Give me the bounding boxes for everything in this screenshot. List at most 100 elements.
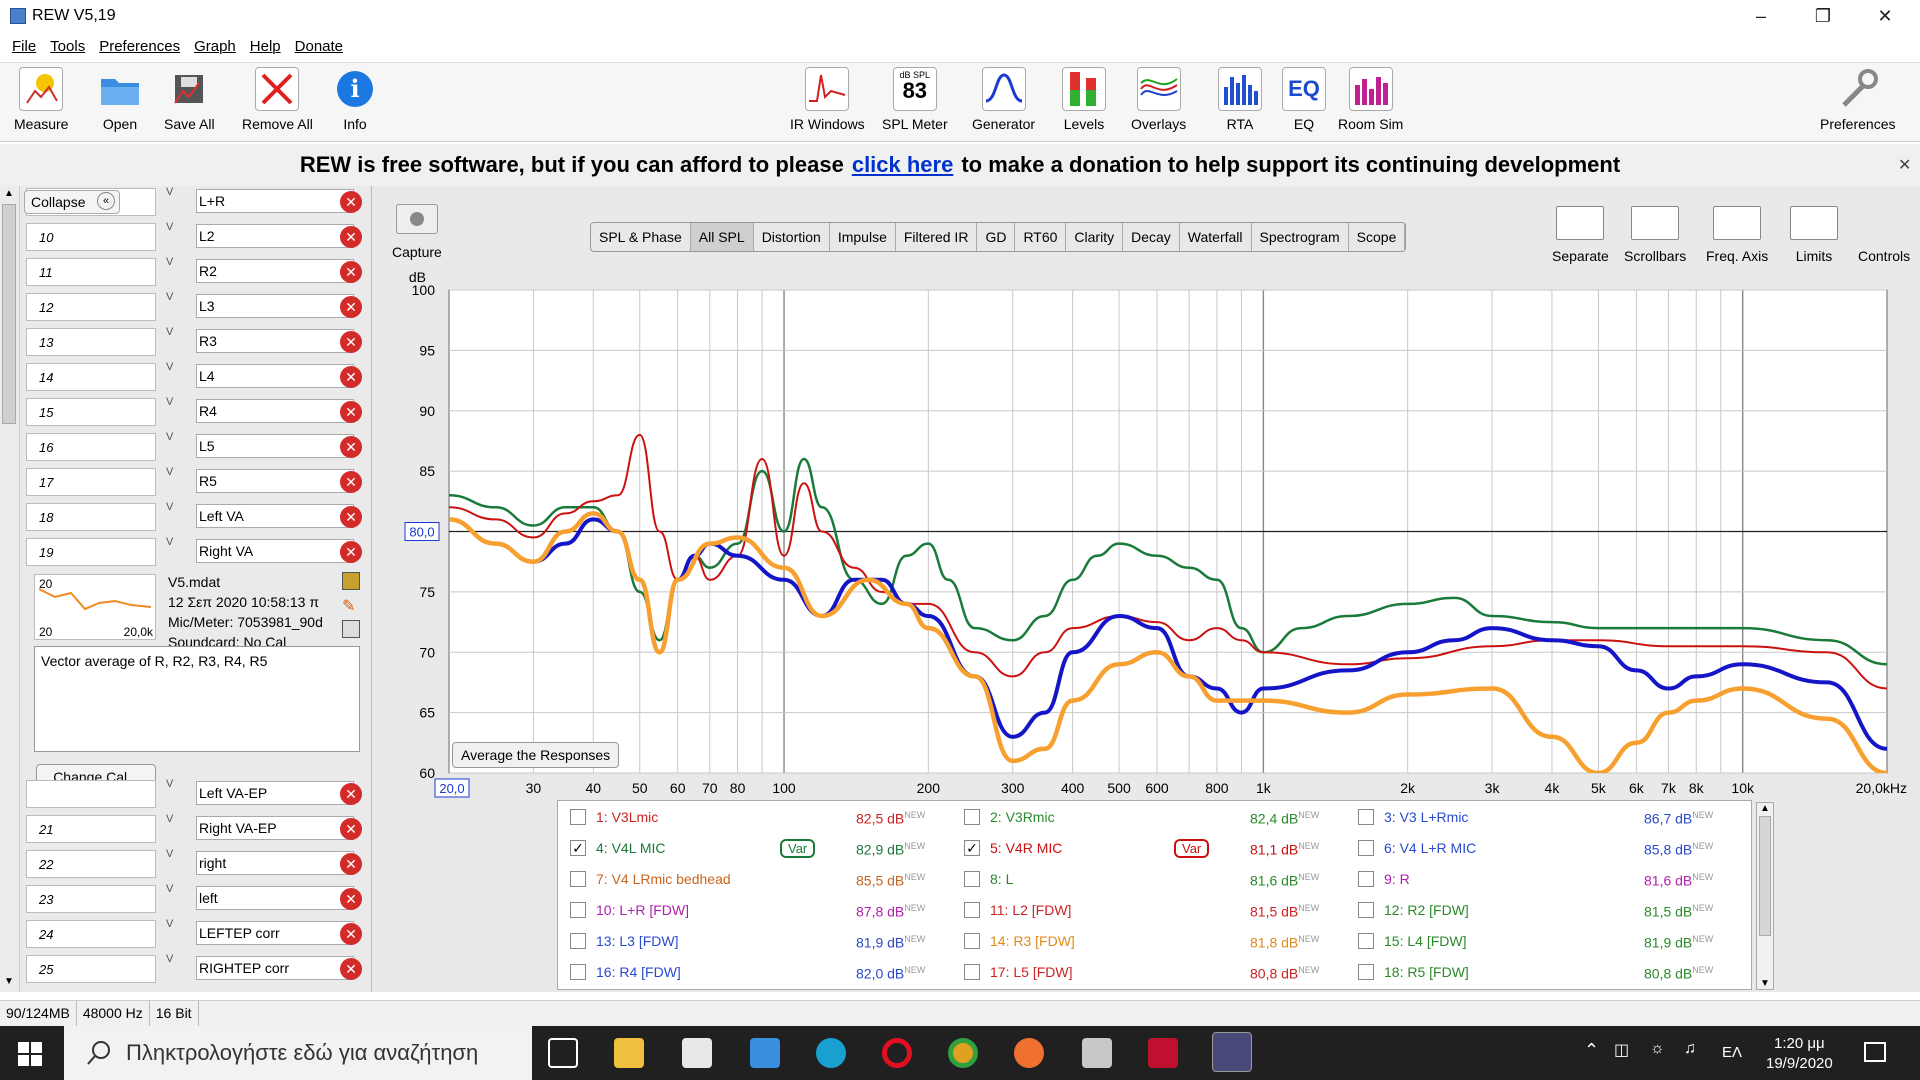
measurement-thumbnail[interactable]: 13 [26,328,156,356]
measurement-thumbnail[interactable] [26,780,156,808]
notifications-icon[interactable] [1864,1042,1886,1062]
scroll-up-arrow[interactable]: ▲ [4,188,14,199]
tab-scope[interactable]: Scope [1349,223,1406,251]
remove-measurement-icon[interactable]: ✕ [340,783,362,805]
menu-donate[interactable]: Donate [295,38,343,55]
app-grid-icon[interactable] [1148,1038,1178,1068]
overlays-button[interactable]: Overlays [1131,67,1186,132]
legend-scrollbar[interactable]: ▲ ▼ [1756,802,1774,990]
visibility-toggle-icon[interactable]: V [166,431,173,443]
measurement-thumbnail[interactable]: 16 [26,433,156,461]
measurement-thumbnail[interactable]: 23 [26,885,156,913]
legend-item[interactable]: 6: V4 L+R MIC [1358,840,1476,856]
visibility-toggle-icon[interactable]: V [166,326,173,338]
visibility-toggle-icon[interactable]: V [166,918,173,930]
close-banner-icon[interactable]: ✕ [1898,155,1911,175]
scroll-down-arrow[interactable]: ▼ [4,976,14,987]
eq-button[interactable]: EQ EQ [1282,67,1326,132]
var-button[interactable]: Var [1174,839,1210,858]
legend-checkbox[interactable] [964,871,980,887]
calculator-icon[interactable] [1082,1038,1112,1068]
legend-checkbox[interactable] [964,933,980,949]
visibility-toggle-icon[interactable]: V [166,778,173,790]
scrollbars-button[interactable]: Scrollbars [1624,206,1686,264]
legend-item[interactable]: ✓ 4: V4L MIC [570,840,666,856]
remove-all-button[interactable]: Remove All [242,67,313,132]
legend-item[interactable]: 18: R5 [FDW] [1358,964,1469,980]
tab-rt60[interactable]: RT60 [1015,223,1067,251]
legend-checkbox[interactable] [1358,809,1374,825]
legend-checkbox[interactable] [1358,871,1374,887]
measurement-name-field[interactable]: L2 [196,224,354,248]
measurement-name-field[interactable]: Left VA-EP [196,781,354,805]
tab-clarity[interactable]: Clarity [1066,223,1124,251]
remove-measurement-icon[interactable]: ✕ [340,261,362,283]
measurement-row[interactable]: 18 V Left VA ✕ [26,501,366,534]
edge-icon[interactable] [816,1038,846,1068]
measurement-thumbnail[interactable]: 12 [26,293,156,321]
tab-all-spl[interactable]: All SPL [690,223,754,251]
legend-checkbox[interactable]: ✓ [964,840,980,856]
measurement-thumbnail[interactable]: 21 [26,815,156,843]
save-all-button[interactable]: Save All [164,67,215,132]
legend-checkbox[interactable] [1358,840,1374,856]
legend-item[interactable]: 11: L2 [FDW] [964,902,1071,918]
menu-help[interactable]: Help [250,38,281,55]
measurement-name-field[interactable]: LEFTEP corr [196,921,354,945]
preferences-button[interactable]: Preferences [1820,67,1895,132]
measurement-thumbnail[interactable]: 18 [26,503,156,531]
measurement-thumbnail[interactable]: 14 [26,363,156,391]
legend-checkbox[interactable]: ✓ [570,840,586,856]
measure-button[interactable]: Measure [14,67,68,132]
minimize-button[interactable]: – [1730,0,1792,32]
remove-measurement-icon[interactable]: ✕ [340,853,362,875]
legend-checkbox[interactable] [964,902,980,918]
legend-scroll-thumb[interactable] [1759,816,1771,936]
legend-checkbox[interactable] [1358,964,1374,980]
generator-button[interactable]: Generator [972,67,1035,132]
tab-distortion[interactable]: Distortion [754,223,830,251]
tab-decay[interactable]: Decay [1123,223,1180,251]
legend-item[interactable]: 13: L3 [FDW] [570,933,678,949]
measurement-row[interactable]: V Left VA-EP ✕ [26,778,366,811]
measurement-name-field[interactable]: left [196,886,354,910]
visibility-toggle-icon[interactable]: V [166,536,173,548]
tab-filtered-ir[interactable]: Filtered IR [896,223,978,251]
visibility-toggle-icon[interactable]: V [166,186,173,198]
measurement-row[interactable]: 23 Vleft ✕ [26,883,366,916]
measurement-row[interactable]: 15 V R4 ✕ [26,396,366,429]
store-icon[interactable] [682,1038,712,1068]
legend-item[interactable]: 15: L4 [FDW] [1358,933,1466,949]
measurement-name-field[interactable]: L3 [196,294,354,318]
language-indicator[interactable]: ΕΛ [1722,1044,1742,1061]
measurement-name-field[interactable]: L4 [196,364,354,388]
legend-checkbox[interactable] [570,809,586,825]
rew-taskbar-icon[interactable] [1212,1032,1252,1072]
remove-measurement-icon[interactable]: ✕ [340,541,362,563]
remove-measurement-icon[interactable]: ✕ [340,296,362,318]
tab-waterfall[interactable]: Waterfall [1180,223,1252,251]
visibility-toggle-icon[interactable]: V [166,466,173,478]
legend-item[interactable]: 2: V3Rmic [964,809,1055,825]
remove-measurement-icon[interactable]: ✕ [340,923,362,945]
measurement-thumbnail[interactable]: 24 [26,920,156,948]
legend-checkbox[interactable] [570,871,586,887]
file-explorer-icon[interactable] [614,1038,644,1068]
legend-checkbox[interactable] [964,964,980,980]
measurement-row[interactable]: 17 V R5 ✕ [26,466,366,499]
opera-icon[interactable] [882,1038,912,1068]
calc-icon[interactable] [342,620,360,638]
legend-checkbox[interactable] [1358,902,1374,918]
network-icon[interactable]: ◫ [1614,1040,1629,1060]
tab-impulse[interactable]: Impulse [830,223,896,251]
legend-item[interactable]: 8: L [964,871,1013,887]
close-window-button[interactable]: ✕ [1854,0,1916,32]
visibility-toggle-icon[interactable]: V [166,848,173,860]
mail-icon[interactable] [750,1038,780,1068]
remove-measurement-icon[interactable]: ✕ [340,401,362,423]
measurement-row[interactable]: 11 V R2 ✕ [26,256,366,289]
measurement-thumbnail[interactable]: 17 [26,468,156,496]
measurement-row[interactable]: 24 V LEFTEP corr ✕ [26,918,366,951]
measurement-thumbnail[interactable]: 22 [26,850,156,878]
legend-scroll-up[interactable]: ▲ [1757,803,1773,814]
